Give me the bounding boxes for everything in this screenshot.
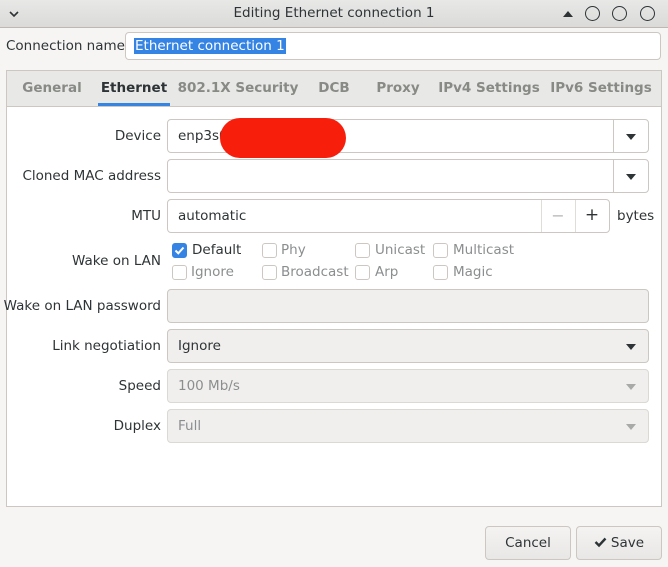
wol-phy-checkbox[interactable] bbox=[262, 243, 277, 258]
cloned-mac-label: Cloned MAC address bbox=[22, 168, 161, 184]
shade-up-icon[interactable] bbox=[562, 8, 574, 20]
wol-broadcast-checkbox[interactable] bbox=[262, 265, 277, 280]
connection-name-label: Connection name bbox=[6, 38, 125, 54]
connection-name-input[interactable]: Ethernet connection 1 bbox=[125, 32, 661, 60]
wol-ignore-checkbox[interactable] bbox=[172, 265, 187, 280]
tab-8021x-security[interactable]: 802.1X Security bbox=[171, 80, 305, 96]
wol-password-label: Wake on LAN password bbox=[3, 298, 161, 314]
wol-phy-label: Phy bbox=[281, 242, 306, 258]
tab-ipv4-settings[interactable]: IPv4 Settings bbox=[435, 80, 543, 96]
link-negotiation-dropdown[interactable]: Ignore bbox=[167, 329, 649, 363]
wake-on-lan-label: Wake on LAN bbox=[72, 253, 161, 269]
cloned-mac-combo[interactable] bbox=[167, 159, 649, 193]
chevron-down-icon bbox=[626, 344, 636, 350]
device-label: Device bbox=[114, 128, 161, 144]
wol-multicast-label: Multicast bbox=[453, 242, 515, 258]
mtu-increment-button[interactable]: + bbox=[575, 205, 609, 225]
wol-multicast-checkbox[interactable] bbox=[433, 243, 448, 258]
tab-ethernet[interactable]: Ethernet bbox=[98, 80, 170, 96]
mtu-value: automatic bbox=[178, 208, 247, 224]
wol-default-label: Default bbox=[192, 242, 242, 258]
wol-magic-checkbox[interactable] bbox=[433, 265, 448, 280]
link-negotiation-label: Link negotiation bbox=[52, 338, 161, 354]
cancel-button[interactable]: Cancel bbox=[485, 526, 571, 560]
chevron-down-icon bbox=[626, 384, 636, 390]
wol-arp-checkbox[interactable] bbox=[355, 265, 370, 280]
mtu-label: MTU bbox=[131, 208, 161, 224]
mtu-unit-label: bytes bbox=[617, 208, 655, 224]
wol-unicast-checkbox[interactable] bbox=[355, 243, 370, 258]
cancel-button-label: Cancel bbox=[505, 535, 551, 551]
chevron-down-icon[interactable] bbox=[626, 134, 636, 140]
tab-general[interactable]: General bbox=[7, 80, 97, 96]
tab-dcb[interactable]: DCB bbox=[307, 80, 361, 96]
chevron-down-icon[interactable] bbox=[626, 174, 636, 180]
mtu-decrement-button[interactable]: − bbox=[541, 206, 575, 225]
tab-proxy[interactable]: Proxy bbox=[367, 80, 429, 96]
duplex-value: Full bbox=[178, 418, 202, 434]
save-button-label: Save bbox=[610, 535, 645, 551]
minimize-button[interactable] bbox=[585, 6, 600, 21]
duplex-label: Duplex bbox=[113, 418, 161, 434]
speed-dropdown[interactable]: 100 Mb/s bbox=[167, 369, 649, 403]
wol-default-checkbox[interactable] bbox=[172, 243, 187, 258]
maximize-button[interactable] bbox=[612, 6, 627, 21]
checkmark-icon bbox=[594, 537, 607, 548]
speed-value: 100 Mb/s bbox=[178, 378, 240, 394]
check-icon bbox=[174, 246, 185, 255]
connection-name-value: Ethernet connection 1 bbox=[134, 38, 286, 54]
save-button[interactable]: Save bbox=[576, 526, 662, 560]
title-bar: Editing Ethernet connection 1 bbox=[0, 0, 668, 28]
active-tab-indicator bbox=[98, 103, 170, 106]
redaction-mark bbox=[220, 118, 346, 158]
wol-unicast-label: Unicast bbox=[375, 242, 426, 258]
tab-ipv6-settings[interactable]: IPv6 Settings bbox=[547, 80, 655, 96]
tab-bar: General Ethernet 802.1X Security DCB Pro… bbox=[7, 71, 661, 107]
wol-magic-label: Magic bbox=[453, 264, 493, 280]
duplex-dropdown[interactable]: Full bbox=[167, 409, 649, 443]
wol-broadcast-label: Broadcast bbox=[281, 264, 349, 280]
link-negotiation-value: Ignore bbox=[178, 338, 221, 354]
close-button[interactable] bbox=[640, 6, 655, 21]
wol-arp-label: Arp bbox=[375, 264, 399, 280]
mtu-spinbutton[interactable]: automatic − + bbox=[167, 199, 610, 233]
speed-label: Speed bbox=[118, 378, 161, 394]
wol-password-input[interactable] bbox=[167, 289, 649, 323]
chevron-down-icon bbox=[626, 424, 636, 430]
wol-ignore-label: Ignore bbox=[191, 264, 234, 280]
